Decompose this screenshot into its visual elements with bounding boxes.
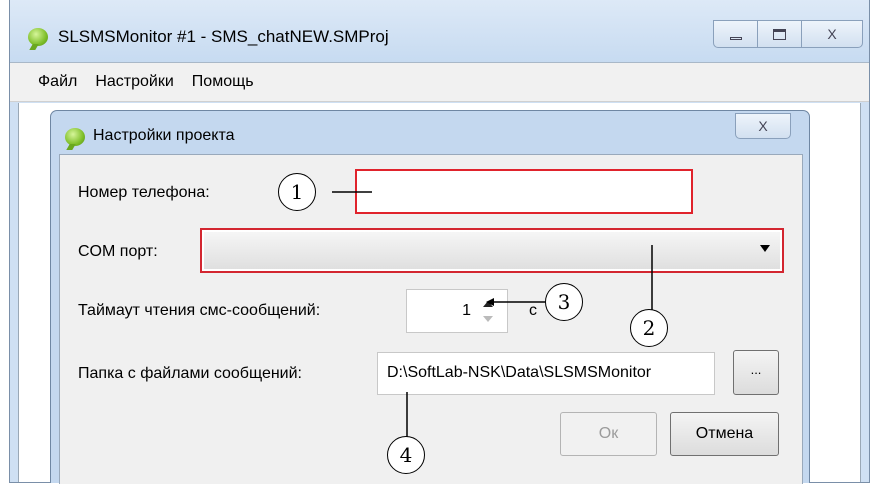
timeout-value: 1 <box>462 302 471 319</box>
spin-up-icon[interactable] <box>483 301 493 307</box>
close-icon: X <box>758 118 768 134</box>
callout-2: 2 <box>630 309 668 347</box>
window-controls: X <box>713 20 863 48</box>
menu-bar: Файл Настройки Помощь <box>10 62 869 102</box>
ok-button[interactable]: Ок <box>560 412 657 456</box>
browse-button[interactable]: ... <box>733 350 779 395</box>
window-title: SLSMSMonitor #1 - SMS_chatNEW.SMProj <box>58 27 389 46</box>
timeout-unit: с <box>529 302 537 319</box>
callout-1: 1 <box>278 173 316 211</box>
maximize-button[interactable] <box>757 20 801 48</box>
com-port-label: COM порт: <box>78 243 158 260</box>
sms-chat-icon <box>28 28 48 46</box>
folder-label: Папка с файлами сообщений: <box>78 365 302 382</box>
title-bar[interactable]: SLSMSMonitor #1 - SMS_chatNEW.SMProj X <box>10 0 869 62</box>
folder-path-input[interactable]: D:\SoftLab-NSK\Data\SLSMSMonitor <box>377 352 715 395</box>
callout-4: 4 <box>387 436 425 474</box>
phone-input[interactable] <box>355 169 693 214</box>
close-icon: X <box>827 26 837 42</box>
menu-file[interactable]: Файл <box>38 73 77 91</box>
spin-down-icon[interactable] <box>483 316 493 322</box>
maximize-icon <box>773 28 786 40</box>
phone-label: Номер телефона: <box>78 184 210 201</box>
sms-chat-icon <box>65 128 85 146</box>
timeout-spinner[interactable]: 1 <box>406 289 508 333</box>
menu-help[interactable]: Помощь <box>192 73 254 91</box>
close-button[interactable]: X <box>801 20 863 48</box>
minimize-button[interactable] <box>713 20 757 48</box>
cancel-button[interactable]: Отмена <box>670 412 779 456</box>
chevron-down-icon <box>760 245 770 252</box>
timeout-label: Таймаут чтения смс-сообщений: <box>78 302 321 319</box>
minimize-icon <box>729 36 742 40</box>
dialog-close-button[interactable]: X <box>735 113 791 139</box>
dialog-title: Настройки проекта <box>93 127 235 144</box>
menu-settings[interactable]: Настройки <box>95 73 173 91</box>
callout-3: 3 <box>545 283 583 321</box>
com-port-select[interactable] <box>200 228 784 273</box>
